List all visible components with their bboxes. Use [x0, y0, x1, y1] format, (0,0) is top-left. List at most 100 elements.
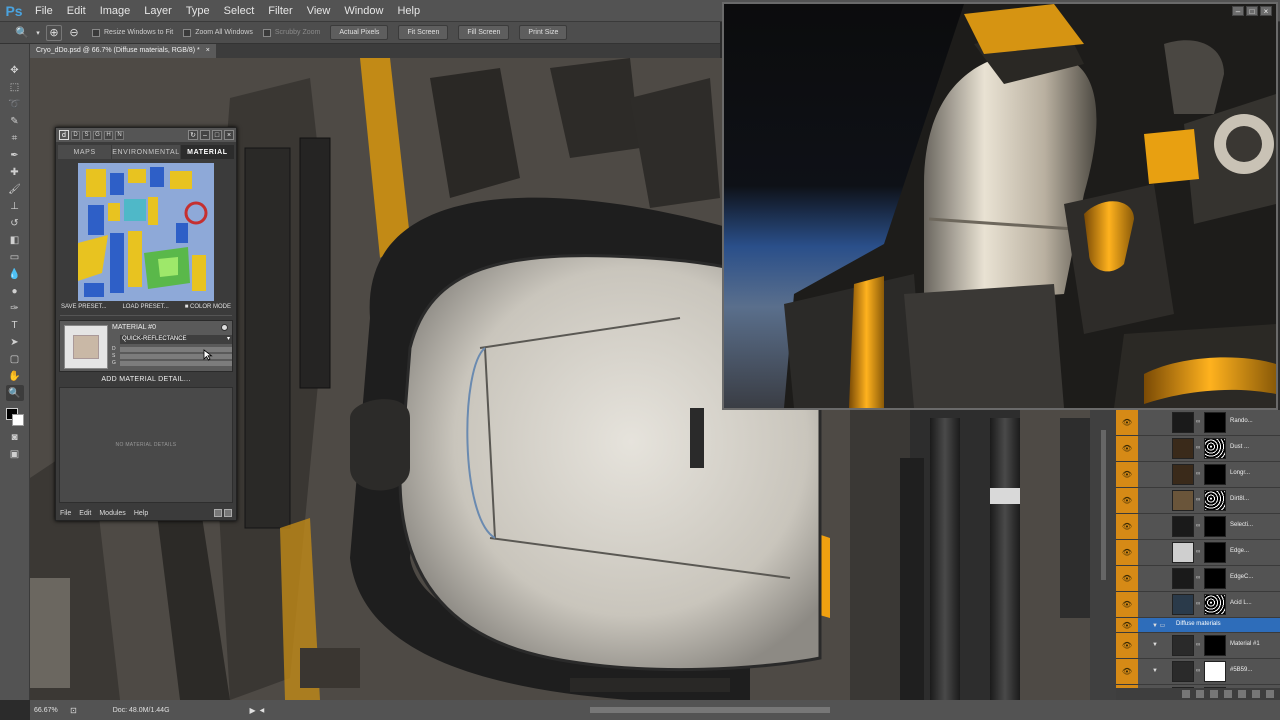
mask-thumbnail[interactable] [1204, 661, 1226, 682]
zoom-all-checkbox[interactable]: Zoom All Windows [183, 28, 253, 37]
link-icon[interactable]: ∞ [1196, 668, 1200, 674]
layer-row[interactable]: 👁 ▼ ∞ Material #1 [1116, 633, 1280, 659]
path-select-tool-icon[interactable]: ➤ [6, 334, 24, 350]
link-icon[interactable]: ∞ [1196, 419, 1200, 425]
tab-maps[interactable]: MAPS [58, 145, 112, 159]
screen-mode-icon[interactable]: ▣ [6, 446, 24, 462]
eye-icon[interactable]: 👁 [1116, 540, 1138, 565]
checkbox-box[interactable] [92, 28, 100, 37]
folder-icon[interactable] [1238, 690, 1246, 698]
maximize-icon[interactable]: □ [1246, 6, 1258, 16]
eye-icon[interactable]: 👁 [1116, 488, 1138, 513]
layer-thumbnail[interactable] [1172, 635, 1194, 656]
scrollbar[interactable] [1101, 430, 1106, 580]
zoom-level[interactable]: 66.67% [30, 707, 70, 714]
eye-icon[interactable]: 👁 [1116, 592, 1138, 617]
trash-icon[interactable] [1266, 690, 1274, 698]
layer-row[interactable]: 👁 ∞ Rando... [1116, 410, 1280, 436]
link-icon[interactable]: ∞ [1196, 642, 1200, 648]
zoom-in-icon[interactable]: ⊕ [46, 24, 62, 41]
blur-tool-icon[interactable]: 💧 [6, 266, 24, 282]
quick-select-tool-icon[interactable]: ✎ [6, 113, 24, 129]
move-tool-icon[interactable]: ✥ [6, 62, 24, 78]
minimize-icon[interactable]: – [200, 130, 210, 140]
menu-edit[interactable]: Edit [60, 0, 93, 22]
layer-row[interactable]: 👁 ∞ Dirt8l... [1116, 488, 1280, 514]
zoom-out-icon[interactable]: ⊖ [66, 25, 82, 41]
close-icon[interactable]: × [1260, 6, 1272, 16]
specular-slider[interactable] [120, 354, 232, 359]
mask-thumbnail[interactable] [1204, 568, 1226, 589]
layer-thumbnail[interactable] [1172, 594, 1194, 615]
layer-row[interactable]: 👁 ∞ Acid L... [1116, 592, 1280, 618]
color-swatches[interactable] [4, 406, 26, 428]
eye-icon[interactable]: 👁 [1116, 633, 1138, 658]
pin-icon[interactable] [221, 324, 228, 331]
mask-thumbnail[interactable] [1204, 464, 1226, 485]
menu-select[interactable]: Select [217, 0, 262, 22]
layer-thumbnail[interactable] [1172, 516, 1194, 537]
hand-tool-icon[interactable]: ✋ [6, 368, 24, 384]
resize-windows-checkbox[interactable]: Resize Windows to Fit [92, 28, 173, 37]
ddo-titlebar[interactable]: d D S G H N ↻ – □ × [56, 128, 236, 142]
menu-file[interactable]: File [28, 0, 60, 22]
eye-icon[interactable]: 👁 [1116, 410, 1138, 435]
minimize-icon[interactable]: – [1232, 6, 1244, 16]
eye-icon[interactable]: 👁 [1116, 462, 1138, 487]
eyedropper-tool-icon[interactable]: ✒ [6, 147, 24, 163]
settings-icon[interactable] [224, 509, 232, 517]
tab-material[interactable]: MATERIAL [180, 145, 235, 159]
type-tool-icon[interactable]: T [6, 317, 24, 333]
color-mode-toggle[interactable]: ■ COLOR MODE [185, 304, 231, 310]
ddo-letter-s[interactable]: S [82, 130, 91, 140]
diffuse-slider[interactable] [120, 347, 232, 352]
actual-pixels-button[interactable]: Actual Pixels [330, 25, 389, 40]
ddo-letter-n[interactable]: N [115, 130, 124, 140]
ddo-letter-g[interactable]: G [93, 130, 102, 140]
brush-tool-icon[interactable]: 🖌 [6, 181, 24, 197]
ddo-letter-h[interactable]: H [104, 130, 113, 140]
link-icon[interactable]: ∞ [1196, 601, 1200, 607]
layer-thumbnail[interactable] [1172, 464, 1194, 485]
export-icon[interactable] [214, 509, 222, 517]
mask-thumbnail[interactable] [1204, 594, 1226, 615]
gradient-tool-icon[interactable]: ▭ [6, 249, 24, 265]
add-material-detail-button[interactable]: ADD MATERIAL DETAIL... [56, 376, 236, 383]
mask-thumbnail[interactable] [1204, 438, 1226, 459]
mask-thumbnail[interactable] [1204, 412, 1226, 433]
layer-row[interactable]: 👁 ∞ Dust ... [1116, 436, 1280, 462]
close-icon[interactable]: × [206, 44, 210, 58]
document-tab[interactable]: Cryo_dDo.psd @ 66.7% (Diffuse materials,… [30, 44, 216, 58]
new-layer-icon[interactable] [1252, 690, 1260, 698]
folder-icon[interactable]: ▼ ▭ [1152, 622, 1165, 629]
mask-thumbnail[interactable] [1204, 542, 1226, 563]
healing-tool-icon[interactable]: ✚ [6, 164, 24, 180]
save-preset-button[interactable]: SAVE PRESET... [61, 304, 107, 310]
link-icon[interactable]: ∞ [1196, 497, 1200, 503]
uv-preview-thumbnail[interactable] [78, 163, 214, 301]
menu-type[interactable]: Type [179, 0, 217, 22]
pen-tool-icon[interactable]: ✑ [6, 300, 24, 316]
link-icon[interactable]: ∞ [1196, 549, 1200, 555]
fx-icon[interactable] [1196, 690, 1204, 698]
scrubby-zoom-checkbox[interactable]: Scrubby Zoom [262, 28, 320, 37]
layer-row[interactable]: 👁 ∞ EdgeC... [1116, 566, 1280, 592]
layer-row[interactable]: 👁 ∞ Selecti... [1116, 514, 1280, 540]
eye-icon[interactable]: 👁 [1116, 436, 1138, 461]
menu-image[interactable]: Image [93, 0, 138, 22]
eraser-tool-icon[interactable]: ◧ [6, 232, 24, 248]
fill-screen-button[interactable]: Fill Screen [458, 25, 510, 40]
load-preset-button[interactable]: LOAD PRESET... [122, 304, 168, 310]
menu-view[interactable]: View [300, 0, 338, 22]
layer-row[interactable]: 👁 ∞ Edge... [1116, 540, 1280, 566]
link-icon[interactable]: ∞ [1196, 471, 1200, 477]
eye-icon[interactable]: 👁 [1116, 659, 1138, 684]
mask-thumbnail[interactable] [1204, 516, 1226, 537]
ddo-menu-edit[interactable]: Edit [79, 510, 91, 517]
menu-window[interactable]: Window [337, 0, 390, 22]
link-icon[interactable]: ∞ [1196, 523, 1200, 529]
history-brush-icon[interactable]: ↺ [6, 215, 24, 231]
link-icon[interactable]: ∞ [1196, 445, 1200, 451]
layer-thumbnail[interactable] [1172, 438, 1194, 459]
horizontal-scrollbar[interactable] [590, 707, 830, 713]
